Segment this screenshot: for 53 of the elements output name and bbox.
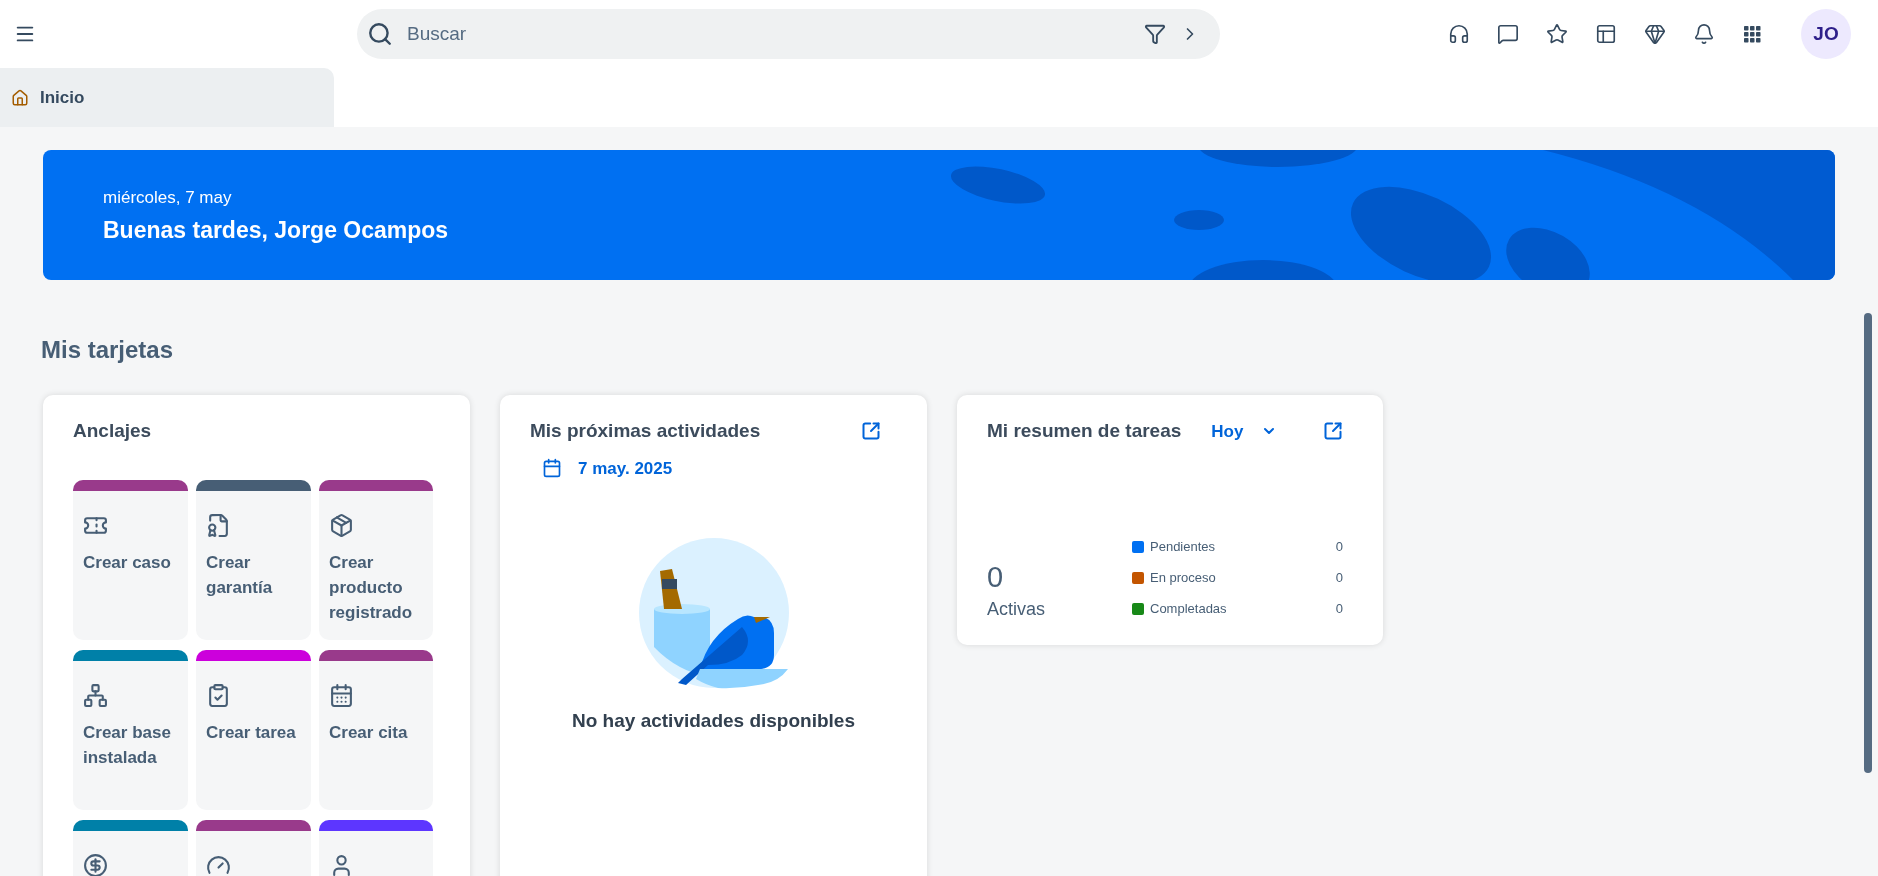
tile-label: Crear base instalada [83, 721, 172, 769]
tile-label: Crear cita [329, 721, 409, 744]
period-dropdown[interactable]: Hoy [1211, 418, 1278, 444]
active-count: 0 [987, 559, 1005, 594]
shortcut-tile[interactable]: Crear base instalada [73, 649, 188, 810]
shortcut-tile[interactable]: Crear caso [73, 479, 188, 640]
shortcut-tile[interactable]: Crear garantía [196, 479, 311, 640]
legend-value: 0 [1335, 569, 1343, 588]
legend-label: En proceso [1150, 569, 1216, 588]
scrollbar-thumb[interactable] [1864, 313, 1872, 773]
hierarchy-icon [83, 682, 108, 708]
chat-icon[interactable] [1497, 23, 1519, 45]
tile-label: Crear caso [83, 551, 172, 574]
tile-label: Crear tarea [206, 721, 297, 744]
user-avatar[interactable]: JO [1801, 9, 1851, 59]
external-link-icon[interactable] [861, 421, 881, 442]
search-icon[interactable] [367, 21, 393, 47]
notification-icon[interactable] [1693, 23, 1715, 45]
search-field[interactable]: Buscar [407, 19, 1144, 49]
legend-label: Pendientes [1150, 538, 1216, 557]
card-title: Anclajes [73, 419, 152, 443]
clipboard-check-icon [206, 682, 231, 708]
card-title: Mis próximas actividades [530, 419, 761, 443]
filter-icon[interactable] [1144, 23, 1166, 45]
active-label: Activas [987, 597, 1047, 621]
legend-value: 0 [1335, 538, 1343, 557]
calendar-icon [329, 682, 354, 708]
diamond-icon[interactable] [1644, 23, 1666, 45]
dollar-icon [83, 852, 108, 876]
empty-state-text: No hay actividades disponibles [571, 709, 856, 733]
card-title: Mi resumen de tareas [987, 419, 1182, 443]
shortcut-tile[interactable]: Crear cita [319, 649, 433, 810]
tile-label: Crear producto registrado [329, 551, 414, 624]
shortcut-tile[interactable]: Crear tarea [196, 649, 311, 810]
headset-icon[interactable] [1448, 23, 1470, 45]
star-icon[interactable] [1546, 23, 1568, 45]
home-tab[interactable]: Inicio [0, 68, 334, 127]
document-badge-icon [206, 512, 231, 538]
date-text: miércoles, 7 may [103, 187, 233, 209]
section-title: Mis tarjetas [41, 335, 175, 365]
date-link[interactable]: 7 may. 2025 [578, 455, 673, 481]
app-grid-icon[interactable] [1742, 24, 1762, 44]
search-bar[interactable]: Buscar [357, 9, 1220, 59]
calendar-icon[interactable] [542, 458, 562, 479]
legend-value: 0 [1335, 600, 1343, 619]
tile-label: Crear garantía [206, 551, 274, 599]
home-icon [11, 88, 29, 107]
greeting-text: Buenas tardes, Jorge Ocampos [103, 215, 450, 245]
external-link-icon[interactable] [1323, 421, 1343, 442]
package-icon [329, 512, 354, 538]
legend-label: Completadas [1150, 600, 1227, 619]
shortcut-tile[interactable]: Crear producto registrado [319, 479, 433, 640]
panel-icon[interactable] [1595, 23, 1617, 45]
